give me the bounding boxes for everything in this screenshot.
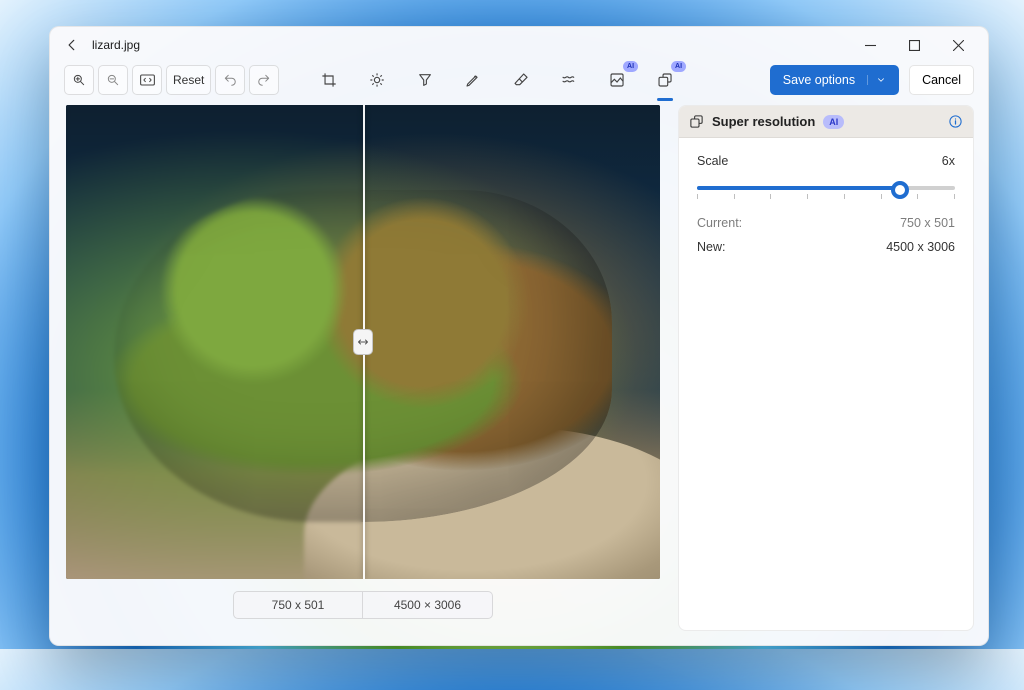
- ai-badge: AI: [623, 61, 638, 72]
- upscale-icon: [689, 114, 704, 129]
- comparison-handle[interactable]: [353, 329, 373, 355]
- generative-fill-tool[interactable]: AI: [602, 65, 632, 95]
- chevron-down-icon: [867, 75, 886, 85]
- maximize-icon: [909, 40, 920, 51]
- image-preview: [66, 105, 660, 579]
- super-resolution-tool[interactable]: AI: [650, 65, 680, 95]
- before-dimensions: 750 x 501: [233, 591, 363, 619]
- cancel-button[interactable]: Cancel: [909, 65, 974, 95]
- fit-icon: [140, 74, 155, 86]
- window-close[interactable]: [936, 29, 980, 61]
- blur-background-tool[interactable]: [554, 65, 584, 95]
- ai-badge: AI: [823, 115, 844, 129]
- titlebar: lizard.jpg: [50, 27, 988, 63]
- scale-label: Scale: [697, 154, 728, 168]
- close-icon: [953, 40, 964, 51]
- toolbar: Reset: [50, 63, 988, 103]
- markup-tool[interactable]: [458, 65, 488, 95]
- ai-badge: AI: [671, 61, 686, 72]
- blur-icon: [561, 72, 577, 88]
- current-value: 750 x 501: [900, 216, 955, 230]
- minimize-icon: [865, 40, 876, 51]
- file-name: lizard.jpg: [92, 38, 140, 52]
- after-dimensions: 4500 × 3006: [363, 591, 493, 619]
- new-value: 4500 x 3006: [886, 240, 955, 254]
- adjust-tool[interactable]: [362, 65, 392, 95]
- scale-slider[interactable]: [697, 178, 955, 202]
- redo-button[interactable]: [249, 65, 279, 95]
- window-maximize[interactable]: [892, 29, 936, 61]
- pencil-icon: [465, 72, 481, 88]
- redo-icon: [257, 73, 271, 87]
- zoom-in-button[interactable]: [64, 65, 94, 95]
- upscale-icon: [657, 72, 673, 88]
- filter-icon: [417, 72, 433, 88]
- cancel-label: Cancel: [922, 73, 961, 87]
- undo-button[interactable]: [215, 65, 245, 95]
- filter-tool[interactable]: [410, 65, 440, 95]
- fit-to-window-button[interactable]: [132, 65, 162, 95]
- info-button[interactable]: [948, 114, 963, 129]
- back-button[interactable]: [58, 31, 86, 59]
- save-label: Save options: [783, 73, 855, 87]
- app-window: lizard.jpg Reset: [49, 26, 989, 646]
- slider-ticks: [697, 194, 955, 199]
- current-label: Current:: [697, 216, 742, 230]
- scale-value: 6x: [942, 154, 955, 168]
- reset-button[interactable]: Reset: [166, 65, 211, 95]
- swap-horizontal-icon: [357, 336, 369, 348]
- crop-icon: [321, 72, 337, 88]
- window-minimize[interactable]: [848, 29, 892, 61]
- adjust-icon: [369, 72, 385, 88]
- new-label: New:: [697, 240, 725, 254]
- side-panel: Super resolution AI Scale 6x: [678, 105, 974, 631]
- undo-icon: [223, 73, 237, 87]
- back-arrow-icon: [65, 38, 79, 52]
- dimension-pills: 750 x 501 4500 × 3006: [233, 591, 493, 619]
- zoom-out-button[interactable]: [98, 65, 128, 95]
- eraser-icon: [513, 72, 529, 88]
- info-icon: [948, 114, 963, 129]
- image-edit-icon: [609, 72, 625, 88]
- zoom-in-icon: [72, 73, 86, 87]
- reset-label: Reset: [173, 73, 204, 87]
- panel-title: Super resolution: [712, 114, 815, 129]
- zoom-out-icon: [106, 73, 120, 87]
- before-region: [66, 105, 363, 579]
- save-options-button[interactable]: Save options: [770, 65, 899, 95]
- erase-tool[interactable]: [506, 65, 536, 95]
- crop-tool[interactable]: [314, 65, 344, 95]
- side-panel-header: Super resolution AI: [679, 106, 973, 138]
